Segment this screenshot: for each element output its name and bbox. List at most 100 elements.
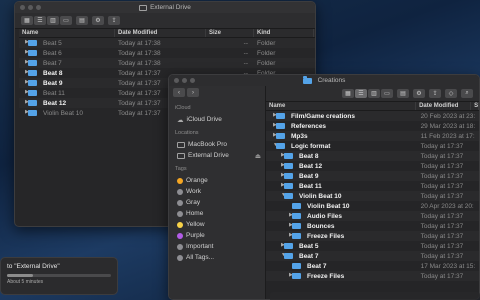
tag-icon[interactable]: ◇ <box>445 89 457 98</box>
tag-label: Gray <box>186 199 201 206</box>
col-date[interactable]: Date Modified <box>115 29 206 37</box>
share-icon[interactable]: ⇪ <box>108 16 120 25</box>
zoom-button[interactable] <box>36 5 41 10</box>
folder-icon <box>276 133 285 140</box>
sidebar-item-macbook[interactable]: MacBook Pro <box>173 139 261 150</box>
icon-view-button[interactable]: ▦ <box>21 16 33 25</box>
list-view-button[interactable]: ☰ <box>34 16 46 25</box>
table-row[interactable]: ▶Freeze FilesToday at 17:37 <box>266 271 479 281</box>
table-row[interactable]: Beat 7 17 Mar 2023 at 15: <box>266 261 479 271</box>
file-name: Bounces <box>307 223 335 230</box>
sidebar-tag-item[interactable]: Gray <box>173 197 261 208</box>
table-row[interactable]: ▶Beat 12Today at 17:37 <box>266 161 479 171</box>
close-button[interactable] <box>174 78 179 83</box>
zoom-button[interactable] <box>190 78 195 83</box>
window-titlebar: External Drive <box>15 2 315 13</box>
laptop-icon <box>177 141 185 148</box>
file-name: Violin Beat 10 <box>299 193 342 200</box>
table-row[interactable]: ▼Beat 7Today at 17:37 <box>266 251 479 261</box>
table-row[interactable]: ▶Film/Game creations20 Feb 2023 at 23: <box>266 111 479 121</box>
icon-view-button[interactable]: ▦ <box>342 89 354 98</box>
folder-icon <box>28 70 37 77</box>
table-row[interactable]: ▶Mp3s11 Feb 2023 at 17: <box>266 131 479 141</box>
date-modified: Today at 17:37 <box>420 252 464 260</box>
forward-icon[interactable]: › <box>187 88 199 97</box>
col-size[interactable]: Size <box>206 29 254 37</box>
window-title: External Drive <box>150 4 191 11</box>
file-name: Beat 8 <box>43 70 63 77</box>
column-view-button[interactable]: ▥ <box>47 16 59 25</box>
sidebar-item-icloud-drive[interactable]: ☁ iCloud Drive <box>173 114 261 125</box>
table-row[interactable]: ▼Logic formatToday at 17:37 <box>266 141 479 151</box>
col-date[interactable]: Date Modified <box>416 102 472 110</box>
col-size[interactable]: Size <box>471 102 479 110</box>
sidebar-tag-item[interactable]: Yellow <box>173 219 261 230</box>
sidebar-tag-item[interactable]: Purple <box>173 230 261 241</box>
sidebar-header-icloud: iCloud <box>175 105 191 111</box>
folder-icon <box>284 163 293 170</box>
minimize-button[interactable] <box>28 5 33 10</box>
folder-icon <box>28 40 37 47</box>
date-modified: Today at 17:37 <box>420 222 464 230</box>
file-name: Beat 6 <box>43 50 62 57</box>
table-row[interactable]: ▶Beat 9Today at 17:37 <box>266 171 479 181</box>
gallery-view-button[interactable]: ▭ <box>60 16 72 25</box>
col-name[interactable]: Name <box>19 29 115 37</box>
col-kind[interactable]: Kind <box>254 29 314 37</box>
tag-label: Work <box>186 188 202 195</box>
table-row[interactable]: ▼Violin Beat 10Today at 17:37 <box>266 191 479 201</box>
date-modified: 29 Mar 2023 at 18: <box>420 122 476 130</box>
date-modified: Today at 17:37 <box>420 152 464 160</box>
list-view-button[interactable]: ☰ <box>355 89 367 98</box>
sidebar-tag-item[interactable]: Important <box>173 241 261 252</box>
column-view-button[interactable]: ▥ <box>368 89 380 98</box>
file-name: Violin Beat 10 <box>43 110 83 117</box>
tag-color-icon <box>177 188 183 195</box>
tag-label: Home <box>186 210 204 217</box>
table-row[interactable]: ▶Beat 5Today at 17:38--Folder <box>19 38 315 48</box>
table-row[interactable]: ▶Beat 6Today at 17:38--Folder <box>19 48 315 58</box>
table-row[interactable]: ▶Beat 11Today at 17:37 <box>266 181 479 191</box>
eject-icon[interactable]: ⏏ <box>255 152 261 160</box>
table-row[interactable]: ▶Beat 8Today at 17:37 <box>266 151 479 161</box>
share-icon[interactable]: ⇪ <box>429 89 441 98</box>
table-row[interactable]: ▶Audio FilesToday at 17:37 <box>266 211 479 221</box>
table-row[interactable]: ▶Freeze FilesToday at 17:37 <box>266 231 479 241</box>
date-modified: Today at 17:37 <box>420 142 464 150</box>
action-gear-icon[interactable]: ⚙ <box>92 16 104 25</box>
folder-icon <box>284 253 293 260</box>
date-modified: 17 Mar 2023 at 15: <box>420 262 476 270</box>
table-row[interactable]: Violin Beat 10 20 Apr 2023 at 20: <box>266 201 479 211</box>
sidebar-tag-item[interactable]: Orange <box>173 175 261 186</box>
copy-progress-fill <box>7 274 33 277</box>
file-kind: Folder <box>257 59 276 67</box>
group-button[interactable]: ▤ <box>397 89 409 98</box>
date-modified: Today at 17:37 <box>420 272 464 280</box>
sidebar-tag-item[interactable]: All Tags... <box>173 252 261 263</box>
date-modified: 11 Feb 2023 at 17: <box>420 132 475 140</box>
window-titlebar: Creations <box>169 75 479 86</box>
date-modified: 20 Apr 2023 at 20: <box>420 202 474 210</box>
minimize-button[interactable] <box>182 78 187 83</box>
table-row[interactable]: ▶Beat 5Today at 17:37 <box>266 241 479 251</box>
group-button[interactable]: ▤ <box>76 16 88 25</box>
table-row[interactable]: ▶References29 Mar 2023 at 18: <box>266 121 479 131</box>
close-button[interactable] <box>20 5 25 10</box>
table-row[interactable]: ▶BouncesToday at 17:37 <box>266 221 479 231</box>
gallery-view-button[interactable]: ▭ <box>381 89 393 98</box>
col-name[interactable]: Name <box>266 102 417 110</box>
sidebar-tag-item[interactable]: Home <box>173 208 261 219</box>
action-gear-icon[interactable]: ⚙ <box>413 89 425 98</box>
date-modified: Today at 17:37 <box>420 242 464 250</box>
sidebar-tag-item[interactable]: Work <box>173 186 261 197</box>
date-modified: Today at 17:38 <box>118 59 161 67</box>
file-name: Beat 12 <box>299 163 323 170</box>
dock <box>270 292 480 300</box>
dialog-title: to "External Drive" <box>7 263 60 270</box>
back-icon[interactable]: ‹ <box>173 88 185 97</box>
search-icon[interactable]: ⌕ <box>461 89 473 98</box>
file-name: Beat 9 <box>299 173 319 180</box>
file-size: -- <box>243 59 248 67</box>
table-row[interactable]: ▶Beat 7Today at 17:38--Folder <box>19 58 315 68</box>
sidebar-item-external-drive[interactable]: External Drive ⏏ <box>173 150 261 161</box>
